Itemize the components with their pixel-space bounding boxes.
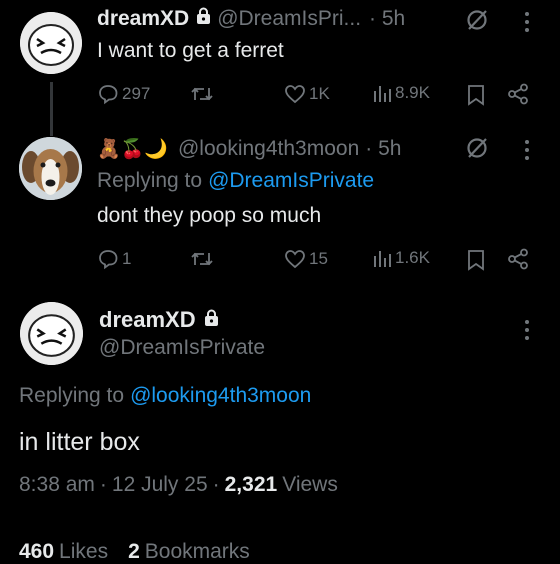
- reply-button[interactable]: 297: [97, 83, 150, 105]
- lock-icon: [204, 307, 219, 333]
- tweet-text: I want to get a ferret: [97, 39, 284, 62]
- meta-separator: ·: [212, 473, 220, 496]
- display-name[interactable]: dreamXD: [99, 307, 196, 333]
- views-count: 8.9K: [395, 83, 430, 102]
- handle[interactable]: @DreamIsPri...: [217, 7, 361, 31]
- reply-count: 1: [122, 249, 132, 268]
- repost-button[interactable]: [190, 84, 214, 104]
- views-button[interactable]: 1.6K: [372, 248, 430, 268]
- tweet-date[interactable]: 12 July 25: [112, 473, 208, 497]
- heart-icon: [285, 250, 305, 269]
- reply-button[interactable]: 1: [97, 248, 131, 270]
- share-button[interactable]: [507, 248, 529, 275]
- like-button[interactable]: 15: [284, 248, 328, 270]
- more-vertical-icon[interactable]: [522, 10, 532, 39]
- avatar[interactable]: [20, 12, 82, 74]
- heart-icon: [285, 85, 305, 104]
- likes-total[interactable]: 460: [19, 540, 54, 564]
- like-button[interactable]: 1K: [284, 83, 330, 105]
- lock-icon: [196, 7, 211, 31]
- engagement-stats: 460 Likes 2 Bookmarks: [19, 540, 250, 564]
- dream-face-avatar-icon: [20, 302, 83, 365]
- replying-to: Replying to @DreamIsPrivate: [97, 169, 374, 193]
- share-button[interactable]: [507, 83, 529, 110]
- handle[interactable]: @looking4th3moon: [178, 137, 359, 161]
- replying-to: Replying to @looking4th3moon: [19, 384, 311, 408]
- repost-button[interactable]: [190, 249, 214, 269]
- replying-to-label: Replying to: [19, 384, 125, 407]
- like-count: 1K: [309, 84, 330, 103]
- avatar[interactable]: [19, 137, 82, 200]
- share-icon: [508, 83, 528, 105]
- bookmarks-label[interactable]: Bookmarks: [145, 540, 250, 564]
- repost-icon: [191, 252, 213, 266]
- tweet2-header: 🧸🍒🌙 @looking4th3moon · 5h: [97, 137, 401, 161]
- views-bars-icon: [374, 251, 391, 267]
- more-vertical-icon[interactable]: [522, 318, 532, 347]
- more-vertical-icon[interactable]: [522, 138, 532, 167]
- tweet1-header: dreamXD @DreamIsPri... · 5h: [97, 7, 405, 31]
- tweet-time[interactable]: 8:38 am: [19, 473, 95, 497]
- share-icon: [508, 248, 528, 270]
- like-count: 15: [309, 249, 328, 268]
- emoji-display-name[interactable]: 🧸🍒🌙: [97, 137, 168, 161]
- main-tweet-text: in litter box: [19, 428, 140, 456]
- views-total: 2,321: [224, 473, 278, 496]
- meta-separator: ·: [99, 473, 107, 496]
- replying-to-link[interactable]: @DreamIsPrivate: [208, 169, 374, 193]
- circle-slash-icon[interactable]: [465, 136, 489, 165]
- timestamp[interactable]: · 5h: [365, 137, 401, 161]
- views-button[interactable]: 8.9K: [372, 83, 430, 103]
- reply-icon: [99, 250, 118, 270]
- circle-slash-icon[interactable]: [465, 8, 489, 37]
- tweet-text: dont they poop so much: [97, 204, 322, 227]
- likes-label[interactable]: Likes: [59, 540, 108, 564]
- handle[interactable]: @DreamIsPrivate: [99, 336, 265, 360]
- timestamp[interactable]: · 5h: [369, 7, 405, 31]
- bookmarks-total[interactable]: 2: [128, 540, 140, 564]
- avatar[interactable]: [20, 302, 83, 365]
- main-tweet-author: dreamXD: [99, 307, 219, 333]
- reply-icon: [99, 85, 118, 105]
- dog-avatar-icon: [19, 137, 82, 200]
- views-bars-icon: [374, 86, 391, 102]
- tweet-meta: 8:38 am · 12 July 25 · 2,321 Views: [19, 473, 338, 497]
- dream-face-avatar-icon: [20, 12, 82, 74]
- bookmark-button[interactable]: [467, 249, 485, 276]
- thread-line: [50, 82, 53, 136]
- views-label: Views: [282, 473, 338, 496]
- bookmark-button[interactable]: [467, 84, 485, 111]
- bookmark-icon: [468, 250, 484, 271]
- bookmark-icon: [468, 85, 484, 106]
- views-count: 1.6K: [395, 248, 430, 267]
- replying-to-link[interactable]: @looking4th3moon: [130, 384, 311, 408]
- display-name[interactable]: dreamXD: [97, 7, 189, 31]
- reply-count: 297: [122, 84, 151, 103]
- replying-to-label: Replying to: [97, 169, 203, 192]
- repost-icon: [191, 87, 213, 101]
